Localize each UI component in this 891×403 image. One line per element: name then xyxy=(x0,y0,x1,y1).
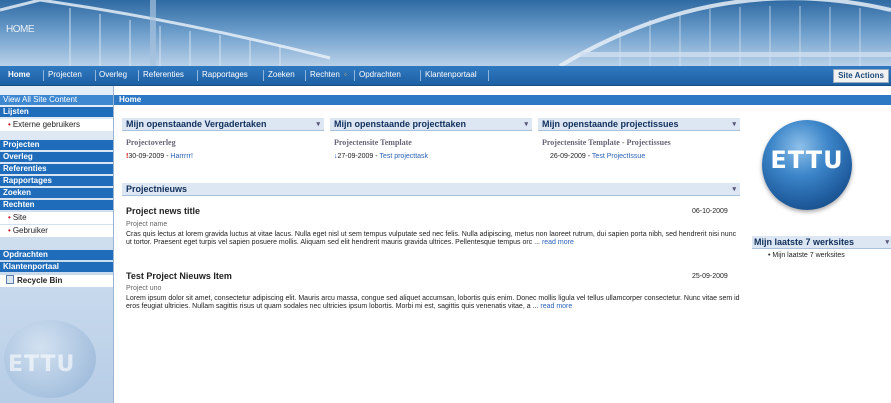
webpart-title-text: Mijn openstaande projecttaken xyxy=(334,119,467,129)
topnav-separator xyxy=(197,70,198,81)
topnav-separator xyxy=(420,70,421,81)
news-item-text: Lorem ipsum dolor sit amet, consectetur … xyxy=(126,295,740,310)
topnav-rechten[interactable]: Rechten xyxy=(310,70,340,79)
task-link[interactable]: Test projecttask xyxy=(379,153,428,160)
bullet-icon: • xyxy=(8,226,11,235)
topnav-separator xyxy=(43,70,44,81)
sidebar-item-externe-gebruikers[interactable]: • Externe gebruikers xyxy=(0,119,113,131)
webpart-title-projectissues[interactable]: Mijn openstaande projectissues ▾ xyxy=(538,118,740,131)
webpart-title-text: Projectnieuws xyxy=(126,184,188,194)
webpart-title-werksites[interactable]: Mijn laatste 7 werksites ▾ xyxy=(752,236,891,249)
chevron-down-icon[interactable]: ▾ xyxy=(732,118,736,131)
sidebar-item-gebruiker[interactable]: • Gebruiker xyxy=(0,225,113,237)
task-date: 27-09-2009 - xyxy=(337,153,378,160)
topnav-rapportages[interactable]: Rapportages xyxy=(202,70,248,79)
chevron-down-icon[interactable]: ▾ xyxy=(524,118,528,131)
news-item-title[interactable]: Project news title xyxy=(126,206,200,216)
webpart-title-vergadertaken[interactable]: Mijn openstaande Vergadertaken ▾ xyxy=(122,118,324,131)
news-item-date: 25-09-2009 xyxy=(692,273,728,280)
sidebar-heading-lijsten[interactable]: Lijsten xyxy=(0,107,113,117)
top-navigation: Home Projecten Overleg Referenties Rappo… xyxy=(0,66,891,86)
task-date: 26-09-2009 - xyxy=(550,153,591,160)
chevron-down-icon[interactable]: ▾ xyxy=(885,236,889,249)
news-item-project: Project uno xyxy=(126,285,162,292)
topnav-projecten[interactable]: Projecten xyxy=(48,70,82,79)
webpart-title-text: Mijn openstaande Vergadertaken xyxy=(126,119,267,129)
banner-title: HOME xyxy=(6,24,35,35)
header-banner: HOME xyxy=(0,0,891,66)
dropdown-arrow-icon[interactable]: ◦ xyxy=(344,70,347,79)
site-actions-button[interactable]: Site Actions xyxy=(833,69,889,83)
topnav-separator xyxy=(354,70,355,81)
recycle-bin-link[interactable]: Recycle Bin xyxy=(0,275,113,287)
news-item-body: Cras quis lectus at lorem gravida luctus… xyxy=(126,231,740,247)
ettu-logo-text: ETTU xyxy=(770,146,844,174)
news-item-title[interactable]: Test Project Nieuws Item xyxy=(126,271,232,281)
topnav-overleg[interactable]: Overleg xyxy=(99,70,127,79)
topnav-separator xyxy=(263,70,264,81)
topnav-separator xyxy=(305,70,306,81)
topnav-separator xyxy=(138,70,139,81)
sidebar-heading-projecten[interactable]: Projecten xyxy=(0,140,113,150)
chevron-down-icon[interactable]: ▾ xyxy=(732,183,736,196)
sidebar-heading-rapportages[interactable]: Rapportages xyxy=(0,176,113,186)
bullet-icon: • xyxy=(8,213,11,222)
recycle-bin-label: Recycle Bin xyxy=(17,276,63,285)
recycle-bin-icon xyxy=(6,275,14,284)
ettu-watermark-text: ETTU xyxy=(8,352,76,377)
sidebar-item-label: Gebruiker xyxy=(12,226,48,235)
read-more-link[interactable]: read more xyxy=(540,303,572,310)
topnav-home[interactable]: Home xyxy=(8,70,30,79)
sidebar-heading-klantenportaal[interactable]: Klantenportaal xyxy=(0,262,113,272)
read-more-link[interactable]: read more xyxy=(542,239,574,246)
sidebar-heading-zoeken[interactable]: Zoeken xyxy=(0,188,113,198)
webpart-title-text: Mijn openstaande projectissues xyxy=(542,119,679,129)
topnav-separator xyxy=(95,70,96,81)
bullet-icon: • xyxy=(8,120,11,129)
chevron-down-icon[interactable]: ▾ xyxy=(316,118,320,131)
sidebar-item-label: Externe gebruikers xyxy=(12,120,80,129)
topnav-opdrachten[interactable]: Opdrachten xyxy=(359,70,401,79)
task-date: 30-09-2009 - xyxy=(128,153,169,160)
task-row: ↓27-09-2009 - Test projecttask xyxy=(334,153,428,160)
news-item-project: Project name xyxy=(126,221,168,228)
webpart-title-text: Mijn laatste 7 werksites xyxy=(754,237,855,247)
webpart-subheading: Projectoverleg xyxy=(126,138,176,147)
news-item-text: Cras quis lectus at lorem gravida luctus… xyxy=(126,231,737,246)
topnav-separator xyxy=(488,70,489,81)
task-link[interactable]: Test ProjectIssue xyxy=(592,153,645,160)
task-row: 26-09-2009 - Test ProjectIssue xyxy=(550,153,645,160)
view-all-content-link[interactable]: View All Site Content xyxy=(0,95,113,105)
topnav-klantenportaal[interactable]: Klantenportaal xyxy=(425,70,477,79)
webpart-title-projecttaken[interactable]: Mijn openstaande projecttaken ▾ xyxy=(330,118,532,131)
sidebar-heading-overleg[interactable]: Overleg xyxy=(0,152,113,162)
list-item[interactable]: • Mijn laatste 7 werksites xyxy=(768,252,845,259)
bridge-image xyxy=(0,0,891,66)
sidebar-item-site[interactable]: • Site xyxy=(0,212,113,224)
webpart-subheading: Projectensite Template - Projectissues xyxy=(542,138,671,147)
webpart-title-projectnieuws[interactable]: Projectnieuws ▾ xyxy=(122,183,740,196)
task-link[interactable]: Harrrrr! xyxy=(170,153,193,160)
sidebar-heading-rechten[interactable]: Rechten xyxy=(0,200,113,210)
sidebar-heading-opdrachten[interactable]: Opdrachten xyxy=(0,250,113,260)
list-item-label: Mijn laatste 7 werksites xyxy=(772,252,845,259)
page-title-bar: Home xyxy=(114,95,891,105)
news-item-body: Lorem ipsum dolor sit amet, consectetur … xyxy=(126,295,740,311)
webpart-subheading: Projectensite Template xyxy=(334,138,412,147)
sidebar-heading-referenties[interactable]: Referenties xyxy=(0,164,113,174)
task-row: !30-09-2009 - Harrrrr! xyxy=(126,153,193,160)
topnav-referenties[interactable]: Referenties xyxy=(143,70,184,79)
news-item-date: 06-10-2009 xyxy=(692,208,728,215)
topnav-zoeken[interactable]: Zoeken xyxy=(268,70,295,79)
sidebar-item-label: Site xyxy=(12,213,27,222)
